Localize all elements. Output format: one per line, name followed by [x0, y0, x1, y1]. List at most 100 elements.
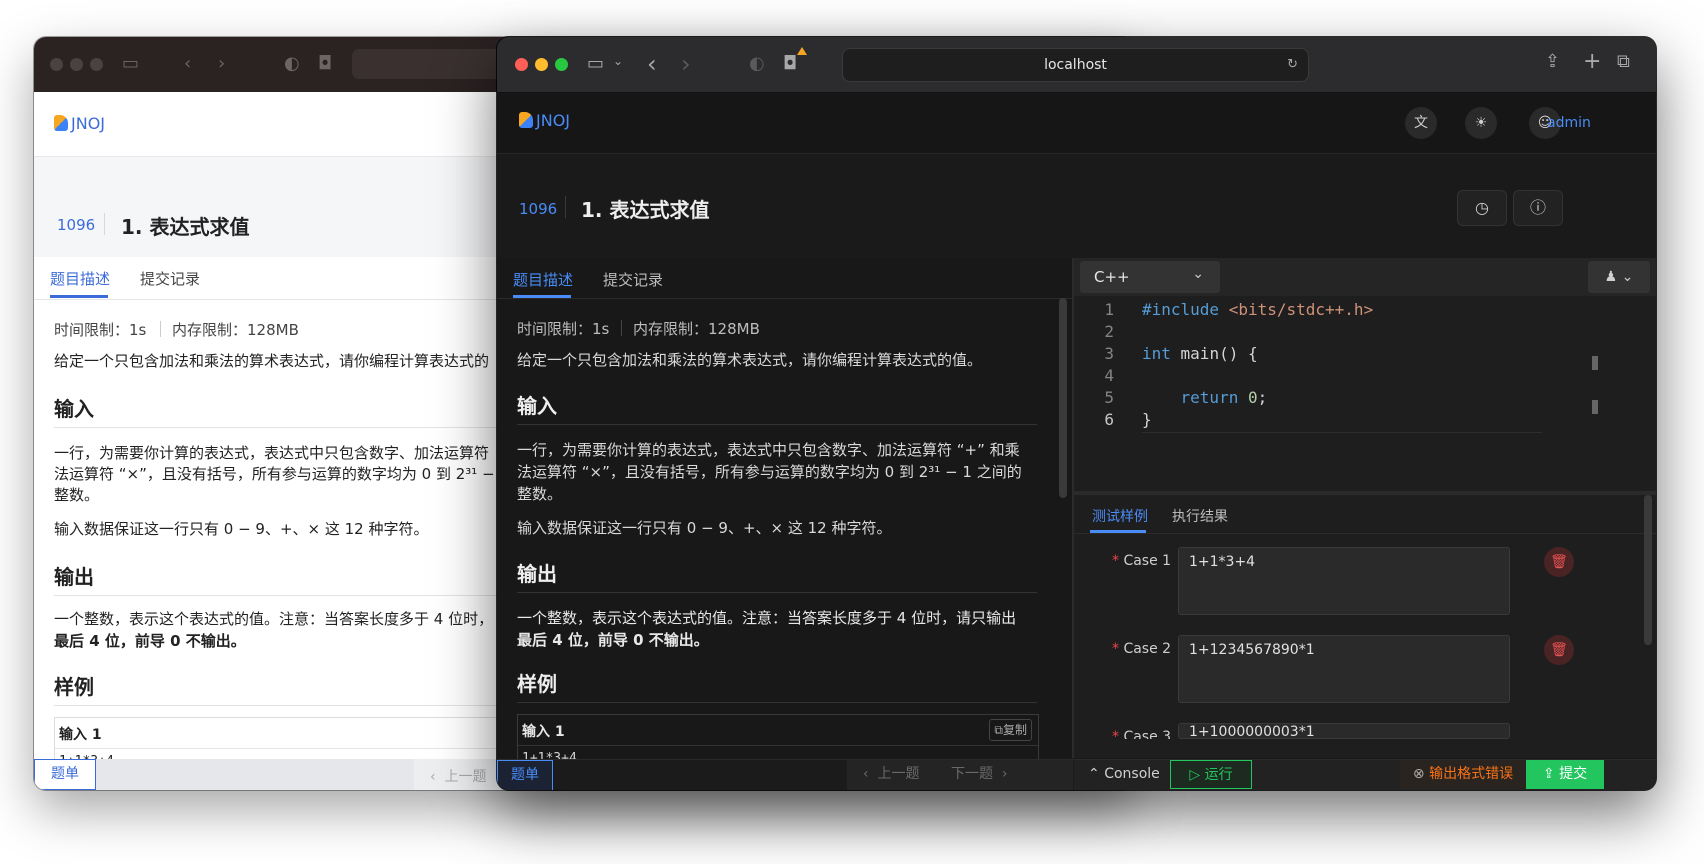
input-text-2: 法运算符 “×”，且没有括号，所有参与运算的数字均为 0 到 2³¹ −	[54, 465, 495, 483]
reload-icon[interactable]: ↻	[1287, 49, 1298, 81]
line-number: 6	[1104, 410, 1114, 429]
back-icon[interactable]: ‹	[647, 50, 657, 78]
language-select[interactable]: C++ ⌄	[1080, 261, 1220, 293]
front-titlebar: ▭ ⌄ ‹ › ◐ ◘ localhost ↻ ⇪ + ⧉	[497, 37, 1656, 93]
code-lines: #include <bits/stdc++.h> int main() { re…	[1142, 300, 1542, 433]
case-1-input[interactable]: 1+1*3+4	[1178, 547, 1510, 615]
zoom-button[interactable]	[555, 58, 568, 71]
tab-test-cases[interactable]: 测试样例	[1092, 506, 1148, 526]
next-problem-button[interactable]: 下一题 ›	[951, 760, 1008, 789]
copy-label: 复制	[1002, 723, 1027, 737]
input-text-3: 整数。	[517, 485, 563, 503]
shield-icon[interactable]: ◐	[284, 53, 300, 74]
active-tab-indicator	[1090, 530, 1146, 533]
url-text: localhost	[1044, 57, 1107, 73]
minimize-button[interactable]	[535, 58, 548, 71]
editor-settings-button[interactable]: ♟ ⌄	[1588, 261, 1650, 293]
line-number: 4	[1104, 366, 1114, 385]
output-text-1: 一个整数，表示这个表达式的值。注意：当答案长度多于 4 位时，	[54, 610, 494, 628]
new-tab-icon[interactable]: +	[1583, 49, 1601, 74]
submit-label: 提交	[1559, 766, 1588, 782]
delete-case-2-trash-icon[interactable]: 🗑	[1544, 635, 1574, 665]
input-text-3: 整数。	[54, 486, 100, 504]
forward-icon[interactable]: ›	[681, 50, 691, 78]
share-icon[interactable]: ⇪	[1545, 51, 1560, 72]
error-circle-icon: ⊗	[1412, 766, 1425, 782]
problem-title: 1. 表达式求值	[581, 198, 710, 222]
chevron-up-icon: ⌃	[1088, 766, 1100, 782]
tabs-overview-icon[interactable]: ⧉	[1617, 51, 1630, 72]
console-toggle-button[interactable]: ⌃ Console	[1088, 760, 1160, 789]
problem-list-button[interactable]: 题单	[497, 760, 553, 790]
username[interactable]: admin	[1547, 115, 1591, 131]
console-label: Console	[1104, 766, 1160, 782]
divider	[517, 702, 1037, 703]
tab-description[interactable]: 题目描述	[513, 269, 573, 290]
site-logo[interactable]: JNOJ	[54, 114, 105, 133]
close-button[interactable]	[515, 58, 528, 71]
warning-badge-icon	[797, 47, 807, 55]
run-button[interactable]: ▷ 运行	[1170, 760, 1252, 789]
tab-submissions[interactable]: 提交记录	[140, 268, 200, 289]
back-icon[interactable]: ‹	[184, 53, 191, 74]
shirt-icon: ♟	[1604, 269, 1618, 285]
info-icon[interactable]: ⓘ	[1513, 190, 1563, 226]
case-2-input[interactable]: 1+1234567890*1	[1178, 635, 1510, 703]
tab-results[interactable]: 执行结果	[1172, 506, 1228, 526]
code-line-5: return 0;	[1180, 388, 1268, 407]
next-label: 下一题	[951, 766, 993, 782]
code-line-3: int main() {	[1142, 344, 1258, 363]
shield-icon[interactable]: ◐	[749, 53, 765, 74]
input-guarantee: 输入数据保证这一行只有 0 − 9、+、× 这 12 种字符。	[54, 520, 429, 538]
problem-tabs: 题目描述 提交记录	[497, 258, 1072, 299]
zoom-dot[interactable]	[90, 58, 103, 71]
chevron-down-icon[interactable]: ⌄	[613, 54, 623, 68]
memory-limit: 内存限制：128MB	[172, 321, 299, 339]
submit-button[interactable]: ⇪ 提交	[1526, 760, 1604, 789]
prev-problem-button[interactable]: ‹ 上一题	[430, 766, 487, 786]
test-panel: 测试样例 执行结果 * Case 1 1+1*3+4 🗑 * Case 2 1+…	[1074, 495, 1656, 758]
history-clock-icon[interactable]: ◷	[1457, 190, 1507, 226]
divider	[621, 320, 622, 336]
run-label: 运行	[1204, 767, 1233, 783]
prev-label: 上一题	[444, 769, 487, 785]
delete-case-1-trash-icon[interactable]: 🗑	[1544, 547, 1574, 577]
memory-limit: 内存限制：128MB	[633, 320, 760, 338]
output-heading: 输出	[54, 565, 94, 589]
language-value: C++	[1094, 268, 1130, 286]
site-logo[interactable]: JNOJ	[519, 111, 570, 130]
nav-area: ‹ 上一题 下一题 ›	[847, 760, 1073, 790]
tab-submissions[interactable]: 提交记录	[603, 269, 663, 290]
prev-problem-button[interactable]: ‹ 上一题	[863, 760, 920, 789]
minimap-marker	[1592, 400, 1598, 414]
input-heading: 输入	[517, 394, 557, 418]
sidebar-icon[interactable]: ▭	[587, 53, 604, 74]
forward-icon[interactable]: ›	[218, 53, 225, 74]
close-dot[interactable]	[50, 58, 63, 71]
theme-toggle-icon[interactable]: ☀	[1465, 107, 1497, 139]
sidebar-icon[interactable]: ▭	[122, 53, 139, 74]
case-3-input[interactable]: 1+1000000003*1	[1178, 723, 1510, 739]
divider	[55, 748, 535, 749]
problem-title: 1. 表达式求值	[121, 215, 250, 239]
problem-list-button[interactable]: 题单	[34, 759, 96, 790]
line-numbers: 1 2 3 4 5 6	[1074, 300, 1118, 432]
translate-icon[interactable]: 文	[1405, 107, 1437, 139]
sample-input-label: 输入 1	[59, 727, 102, 743]
front-bottom-bar: 题单 ‹ 上一题 下一题 › ⌃ Console ▷ 运行 ⊗ 输出格式错误 ⇪…	[497, 759, 1656, 790]
copy-button[interactable]: ⧉复制	[989, 719, 1032, 741]
minimize-dot[interactable]	[70, 58, 83, 71]
address-bar[interactable]: localhost ↻	[842, 48, 1309, 82]
extension-icon[interactable]: ◘	[783, 53, 797, 74]
divider	[160, 321, 161, 337]
status-badge[interactable]: ⊗ 输出格式错误	[1400, 760, 1526, 789]
scrollbar[interactable]	[1059, 298, 1067, 498]
extension-icon[interactable]: ◘	[318, 53, 332, 74]
sample-heading: 样例	[517, 672, 557, 696]
tab-description[interactable]: 题目描述	[50, 268, 110, 289]
scrollbar[interactable]	[1644, 495, 1652, 645]
divider	[54, 595, 524, 596]
output-text-1: 一个整数，表示这个表达式的值。注意：当答案长度多于 4 位时，请只输出	[517, 609, 1017, 627]
problem-panel: 题目描述 提交记录 时间限制：1s 内存限制：128MB 给定一个只包含加法和乘…	[497, 258, 1072, 776]
